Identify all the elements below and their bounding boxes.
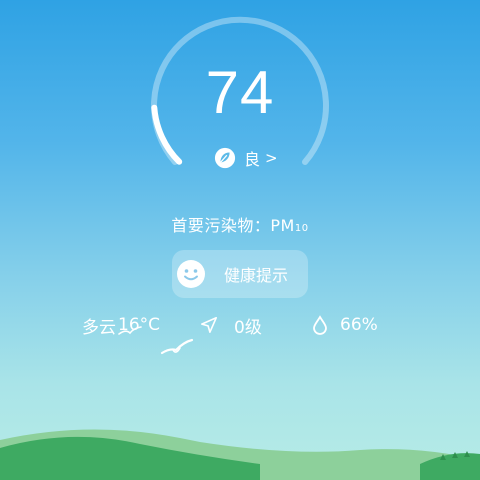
aqi-level-label: 良	[244, 150, 261, 169]
navigation-arrow-icon	[200, 316, 218, 334]
water-drop-icon	[313, 315, 327, 335]
leaf-icon	[214, 147, 236, 169]
bird-decoration	[160, 338, 194, 355]
aqi-level-link[interactable]: 良 >	[214, 146, 278, 170]
primary-pollutant-subscript: 10	[294, 223, 309, 234]
bird-decoration	[118, 326, 142, 335]
primary-pollutant: 首要污染物：PM10	[0, 212, 480, 236]
weather-stats: 多云 16°C 0级 66%	[0, 312, 480, 338]
aqi-value: 74	[205, 59, 275, 126]
hills-decoration	[0, 429, 480, 480]
chevron-right-icon: >	[265, 149, 278, 167]
health-tip-button[interactable]: 健康提示	[172, 250, 308, 298]
primary-pollutant-label: 首要污染物：PM	[171, 216, 295, 235]
air-quality-screen: { "aqi": { "value": "74", "level": "良", …	[0, 0, 480, 480]
smile-icon	[177, 260, 205, 288]
wind-label: 0级	[234, 317, 262, 338]
wind-stat: 0级	[200, 312, 262, 338]
weather-condition-label: 多云	[82, 317, 116, 338]
humidity-label: 66%	[340, 315, 378, 335]
health-tip-label: 健康提示	[224, 266, 289, 285]
humidity-stat: 66%	[310, 312, 378, 338]
